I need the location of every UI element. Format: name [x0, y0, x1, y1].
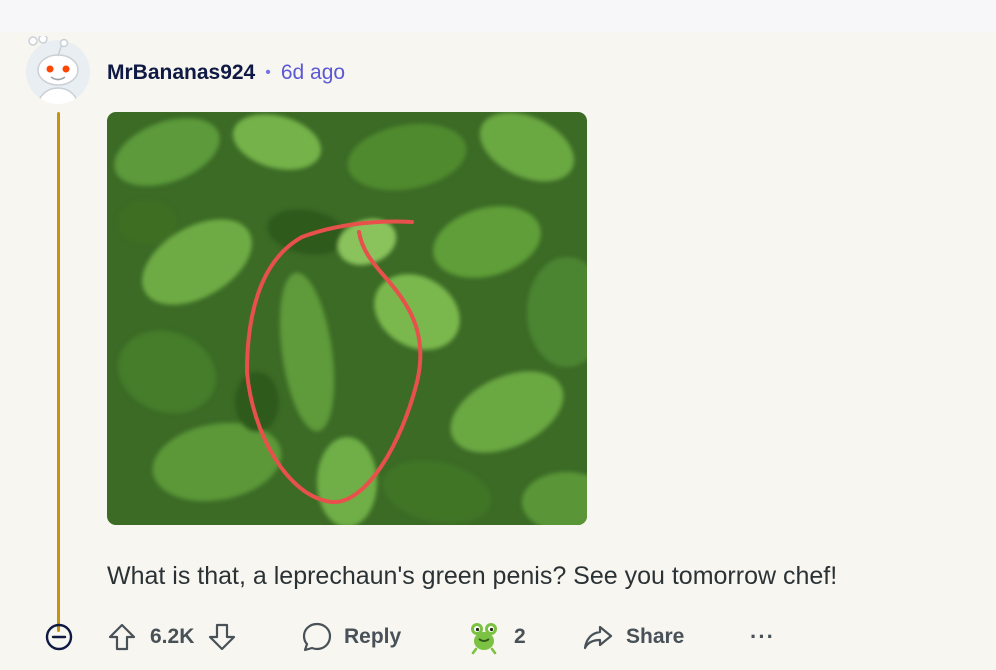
share-button[interactable]: Share [582, 612, 684, 662]
collapse-button[interactable] [44, 612, 76, 662]
downvote-arrow-icon [209, 623, 236, 651]
snoo-avatar-icon [26, 36, 90, 104]
speech-bubble-icon [302, 622, 332, 652]
vote-group: 6.2K [106, 612, 238, 662]
more-icon: ··· [750, 624, 775, 649]
username[interactable]: MrBananas924 [107, 61, 255, 85]
timestamp[interactable]: 6d ago [281, 61, 345, 85]
comment-body: What is that, a leprechaun's green penis… [107, 562, 838, 590]
thread-line[interactable] [57, 112, 60, 632]
meta-separator: • [265, 64, 271, 81]
vote-score: 6.2K [150, 625, 195, 648]
downvote-button[interactable] [206, 621, 238, 653]
comment-image[interactable] [107, 112, 587, 525]
collapse-icon [45, 623, 73, 651]
award-count: 2 [514, 625, 526, 648]
comment-actions: 6.2K Reply 2 Share ··· [0, 612, 996, 662]
share-label: Share [626, 625, 685, 648]
award-button[interactable]: 2 [466, 612, 526, 662]
comment-header: MrBananas924 • 6d ago [107, 58, 345, 88]
award-frog-icon [471, 623, 497, 655]
share-arrow-icon [583, 625, 613, 650]
reply-button[interactable]: Reply [300, 612, 401, 662]
chopped-green-onion-photo [107, 112, 587, 525]
top-strip [0, 0, 996, 32]
reply-label: Reply [344, 625, 402, 648]
avatar[interactable] [24, 36, 92, 104]
upvote-button[interactable] [106, 621, 138, 653]
more-options-button[interactable]: ··· [750, 612, 775, 662]
upvote-arrow-icon [108, 623, 136, 651]
